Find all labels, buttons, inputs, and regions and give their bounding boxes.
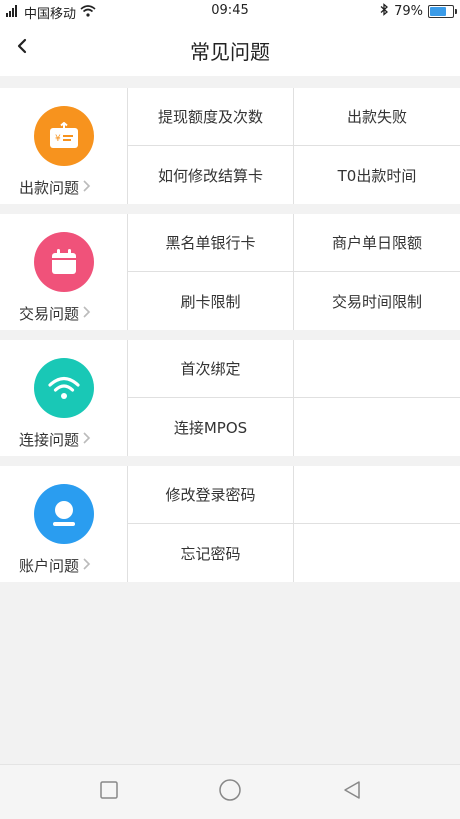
category-payout[interactable]: ¥ 出款问题 — [0, 88, 128, 204]
chevron-left-icon — [16, 38, 28, 58]
question-item[interactable]: 提现额度及次数 — [128, 88, 294, 146]
battery-icon — [428, 5, 457, 18]
question-item[interactable]: 修改登录密码 — [128, 466, 294, 524]
battery-percent: 79% — [394, 4, 423, 19]
empty-cell — [294, 340, 460, 398]
home-button[interactable] — [217, 779, 243, 805]
triangle-back-icon — [341, 779, 363, 805]
user-icon — [34, 484, 94, 544]
section-payout: ¥ 出款问题 提现额度及次数 出款失败 如何修改结算卡 T0出款时间 — [0, 88, 460, 204]
question-item[interactable]: 如何修改结算卡 — [128, 146, 294, 204]
category-transaction[interactable]: 交易问题 — [0, 214, 128, 330]
back-button[interactable] — [8, 34, 36, 62]
section-account: 账户问题 修改登录密码 忘记密码 — [0, 466, 460, 582]
section-connection: 连接问题 首次绑定 连接MPOS — [0, 340, 460, 456]
chevron-right-icon — [82, 557, 91, 575]
category-label-text: 交易问题 — [19, 305, 80, 323]
category-label-text: 连接问题 — [19, 431, 80, 449]
status-bar: 中国移动 09:45 79% — [0, 0, 460, 22]
category-label: 连接问题 — [19, 429, 91, 450]
svg-text:¥: ¥ — [55, 134, 61, 144]
category-label-text: 账户问题 — [19, 557, 80, 575]
status-right: 79% — [380, 3, 457, 20]
question-item[interactable]: 商户单日限额 — [294, 214, 460, 272]
question-item[interactable]: 出款失败 — [294, 88, 460, 146]
square-icon — [99, 780, 119, 804]
question-item[interactable]: 刷卡限制 — [128, 272, 294, 330]
question-item[interactable]: 交易时间限制 — [294, 272, 460, 330]
question-item[interactable]: 黑名单银行卡 — [128, 214, 294, 272]
empty-cell — [294, 398, 460, 456]
category-label: 交易问题 — [19, 303, 91, 324]
system-nav-bar — [0, 764, 460, 819]
system-back-button[interactable] — [339, 779, 365, 805]
chevron-right-icon — [82, 305, 91, 323]
recent-apps-button[interactable] — [96, 779, 122, 805]
page-title: 常见问题 — [190, 40, 270, 64]
payout-card-icon: ¥ — [34, 106, 94, 166]
category-account[interactable]: 账户问题 — [0, 466, 128, 582]
section-transaction: 交易问题 黑名单银行卡 商户单日限额 刷卡限制 交易时间限制 — [0, 214, 460, 330]
calendar-icon — [34, 232, 94, 292]
question-item[interactable]: 连接MPOS — [128, 398, 294, 456]
header: 常见问题 — [0, 22, 460, 76]
circle-icon — [218, 778, 242, 806]
wifi-icon — [34, 358, 94, 418]
category-label: 账户问题 — [19, 555, 91, 576]
category-label-text: 出款问题 — [19, 179, 80, 197]
question-item[interactable]: T0出款时间 — [294, 146, 460, 204]
question-item[interactable]: 首次绑定 — [128, 340, 294, 398]
empty-cell — [294, 466, 460, 524]
category-connection[interactable]: 连接问题 — [0, 340, 128, 456]
bluetooth-icon — [380, 3, 389, 20]
empty-cell — [294, 524, 460, 582]
category-label: 出款问题 — [19, 177, 91, 198]
chevron-right-icon — [82, 431, 91, 449]
chevron-right-icon — [82, 179, 91, 197]
question-item[interactable]: 忘记密码 — [128, 524, 294, 582]
battery-fill — [430, 7, 446, 16]
